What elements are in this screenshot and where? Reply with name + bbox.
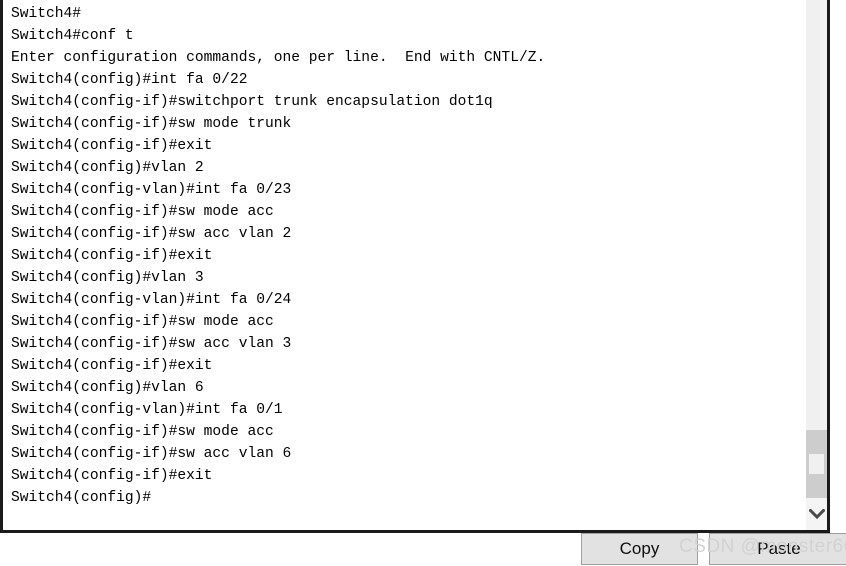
console-line: Switch4(config-if)#sw acc vlan 3 [11, 336, 292, 352]
console-line: Switch4(config-if)#sw mode acc [11, 204, 274, 220]
console-line: Switch4(config)#vlan 2 [11, 160, 204, 176]
console-line: Switch4(config-vlan)#int fa 0/23 [11, 182, 292, 198]
console-line: Switch4(config)# [11, 490, 152, 506]
console-line: Switch4(config-if)#exit [11, 358, 213, 374]
console-line: Switch4(config-if)#sw mode acc [11, 424, 274, 440]
console-line: Switch4(config-vlan)#int fa 0/1 [11, 402, 283, 418]
console-line: Switch4(config-if)#exit [11, 248, 213, 264]
console-output-area[interactable]: Switch4# Switch4#conf t Enter configurat… [3, 0, 805, 530]
console-line: Switch4(config-if)#sw mode acc [11, 314, 274, 330]
console-panel: Switch4# Switch4#conf t Enter configurat… [0, 0, 830, 533]
console-line: Switch4(config-if)#exit [11, 468, 213, 484]
paste-button[interactable]: Paste [709, 533, 846, 565]
chevron-down-icon [808, 508, 825, 520]
console-line: Switch4(config-if)#sw acc vlan 2 [11, 226, 292, 242]
button-bar: Copy Paste [0, 533, 846, 566]
scrollbar-track[interactable] [806, 0, 827, 430]
console-line: Switch4(config-if)#switchport trunk enca… [11, 94, 493, 110]
console-line: Enter configuration commands, one per li… [11, 50, 546, 66]
console-line: Switch4(config)#int fa 0/22 [11, 72, 248, 88]
scrollbar-thumb[interactable] [806, 430, 827, 498]
scroll-down-button[interactable] [806, 498, 827, 530]
console-line: Switch4#conf t [11, 28, 134, 44]
console-line: Switch4(config-if)#sw acc vlan 6 [11, 446, 292, 462]
copy-button[interactable]: Copy [581, 533, 698, 565]
scrollbar-thumb-grip [809, 454, 824, 474]
console-line: Switch4(config-if)#sw mode trunk [11, 116, 292, 132]
vertical-scrollbar[interactable] [805, 0, 827, 530]
console-line: Switch4(config-vlan)#int fa 0/24 [11, 292, 292, 308]
console-line: Switch4(config)#vlan 6 [11, 380, 204, 396]
console-line: Switch4(config)#vlan 3 [11, 270, 204, 286]
console-line: Switch4(config-if)#exit [11, 138, 213, 154]
console-line: Switch4# [11, 6, 82, 22]
